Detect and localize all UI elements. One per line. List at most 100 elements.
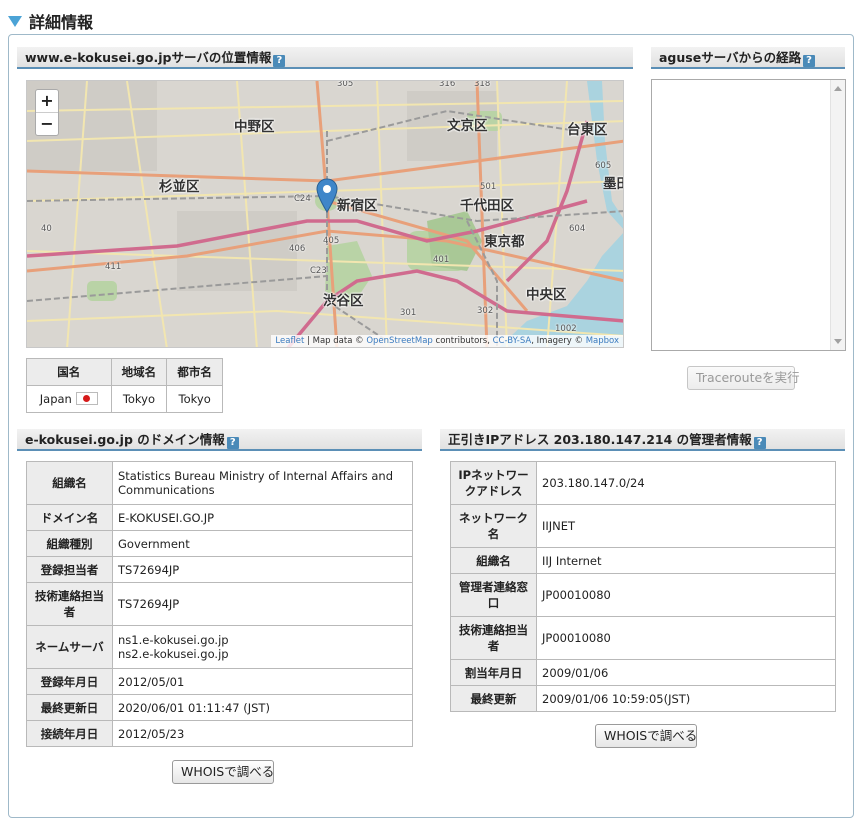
map-label: 東京都 [484, 234, 525, 250]
row-value: Government [112, 530, 413, 557]
row-label: 登録担当者 [26, 556, 113, 583]
map-label: 中央区 [526, 287, 567, 303]
country-cell: Japan [26, 385, 112, 413]
road-number: 1002 [555, 324, 577, 334]
map-label: 墨田 [603, 176, 623, 192]
row-value: E-KOKUSEI.GO.JP [112, 504, 413, 531]
row-value: JP00010080 [536, 573, 836, 617]
row-value: Statistics Bureau Ministry of Internal A… [112, 461, 413, 505]
row-label: ネットワーク名 [450, 504, 537, 548]
route-panel-title: aguseサーバからの経路? [651, 47, 845, 69]
domain-panel-title-text: e-kokusei.go.jp のドメイン情報 [25, 432, 225, 447]
road-number: 406 [289, 244, 306, 254]
table-header-region: 地域名 [110, 358, 168, 386]
road-number: C24 [294, 194, 311, 204]
collapse-triangle-icon[interactable] [8, 15, 22, 27]
road-number: C23 [310, 266, 327, 276]
road-number: 501 [480, 182, 497, 192]
scroll-up-icon[interactable] [834, 86, 842, 91]
map-label: 渋谷区 [323, 293, 364, 309]
map-label: 新宿区 [337, 198, 378, 214]
help-icon[interactable]: ? [803, 55, 816, 67]
ip-whois-button[interactable]: WHOISで調べる [595, 724, 697, 748]
license-link[interactable]: CC-BY-SA [493, 336, 532, 346]
row-label: IPネットワークアドレス [450, 461, 537, 505]
help-icon[interactable]: ? [273, 55, 286, 67]
row-value-nameservers: ns1.e-kokusei.go.jp ns2.e-kokusei.go.jp [112, 625, 413, 669]
road-number: 401 [433, 255, 450, 265]
map-label: 杉並区 [159, 179, 200, 195]
help-icon[interactable]: ? [753, 437, 766, 449]
ip-panel-title-text: 正引きIPアドレス 203.180.147.214 の管理者情報 [448, 432, 752, 447]
map[interactable]: + − 中野区 文京区 台東区 杉並区 新宿区 千代田区 東京都 墨田 渋谷区 … [26, 80, 624, 348]
row-label: 最終更新日 [26, 694, 113, 721]
section-heading[interactable]: 詳細情報 [8, 9, 93, 33]
row-label: 最終更新 [450, 685, 537, 712]
country-value: Japan [39, 392, 72, 406]
row-value: IIJ Internet [536, 547, 836, 574]
nameserver-1: ns1.e-kokusei.go.jp [118, 633, 229, 647]
region-cell: Tokyo [110, 385, 168, 413]
leaflet-link[interactable]: Leaflet [275, 336, 304, 346]
table-header-country: 国名 [26, 358, 112, 386]
map-label: 台東区 [567, 122, 608, 138]
row-value: TS72694JP [112, 582, 413, 626]
map-label: 中野区 [234, 119, 275, 135]
row-value: 2009/01/06 [536, 659, 836, 686]
row-value: 2012/05/23 [112, 720, 413, 747]
road-number: 302 [477, 306, 494, 316]
row-value: 203.180.147.0/24 [536, 461, 836, 505]
scrollbar[interactable] [830, 80, 845, 350]
road-number: 604 [569, 224, 586, 234]
section-heading-text: 詳細情報 [29, 13, 94, 32]
row-value: 2020/06/01 01:11:47 (JST) [112, 694, 413, 721]
road-number: 605 [595, 161, 612, 171]
row-label: 組織名 [450, 547, 537, 574]
row-label: 技術連絡担当者 [26, 582, 113, 626]
mapbox-link[interactable]: Mapbox [586, 336, 619, 346]
location-table: 国名 地域名 都市名 Japan Tokyo Tokyo [26, 358, 223, 413]
row-label: 組織名 [26, 461, 113, 505]
nameserver-2: ns2.e-kokusei.go.jp [118, 647, 229, 661]
row-value: JP00010080 [536, 616, 836, 660]
row-label: 割当年月日 [450, 659, 537, 686]
road-number: 411 [105, 262, 122, 272]
location-marker-icon[interactable] [316, 178, 338, 214]
road-number: 318 [474, 80, 491, 89]
row-value: TS72694JP [112, 556, 413, 583]
row-label: 登録年月日 [26, 668, 113, 695]
row-label: 管理者連絡窓口 [450, 573, 537, 617]
domain-whois-button[interactable]: WHOISで調べる [172, 760, 274, 784]
domain-info-table: 組織名 Statistics Bureau Ministry of Intern… [26, 461, 413, 747]
zoom-in-button[interactable]: + [36, 90, 58, 113]
route-panel-title-text: aguseサーバからの経路 [659, 50, 802, 65]
map-attribution: Leaflet | Map data © OpenStreetMap contr… [271, 335, 623, 347]
road-number: 316 [439, 80, 456, 89]
road-number: 40 [41, 224, 52, 234]
row-value: 2009/01/06 10:59:05(JST) [536, 685, 836, 712]
attribution-text: | Map data © [304, 336, 367, 346]
zoom-out-button[interactable]: − [36, 113, 58, 136]
row-label: 技術連絡担当者 [450, 616, 537, 660]
row-value: IIJNET [536, 504, 836, 548]
road-number: 301 [400, 308, 417, 318]
row-label: 組織種別 [26, 530, 113, 557]
road-number: 305 [337, 80, 354, 89]
geo-panel-title-text: www.e-kokusei.go.jpサーバの位置情報 [25, 50, 272, 65]
osm-link[interactable]: OpenStreetMap [366, 336, 432, 346]
city-cell: Tokyo [166, 385, 223, 413]
road-number: 405 [323, 236, 340, 246]
scroll-down-icon[interactable] [834, 339, 842, 344]
row-value: 2012/05/01 [112, 668, 413, 695]
geo-panel-title: www.e-kokusei.go.jpサーバの位置情報? [17, 47, 633, 69]
row-label: 接続年月日 [26, 720, 113, 747]
route-output-area[interactable] [651, 79, 846, 351]
row-label: ドメイン名 [26, 504, 113, 531]
help-icon[interactable]: ? [226, 437, 239, 449]
row-label: ネームサーバ [26, 625, 113, 669]
map-label: 文京区 [447, 118, 488, 134]
ip-panel-title: 正引きIPアドレス 203.180.147.214 の管理者情報? [440, 429, 845, 451]
traceroute-button[interactable]: Tracerouteを実行 [687, 366, 800, 390]
map-label: 千代田区 [460, 198, 514, 214]
attribution-text: , Imagery © [531, 336, 586, 346]
